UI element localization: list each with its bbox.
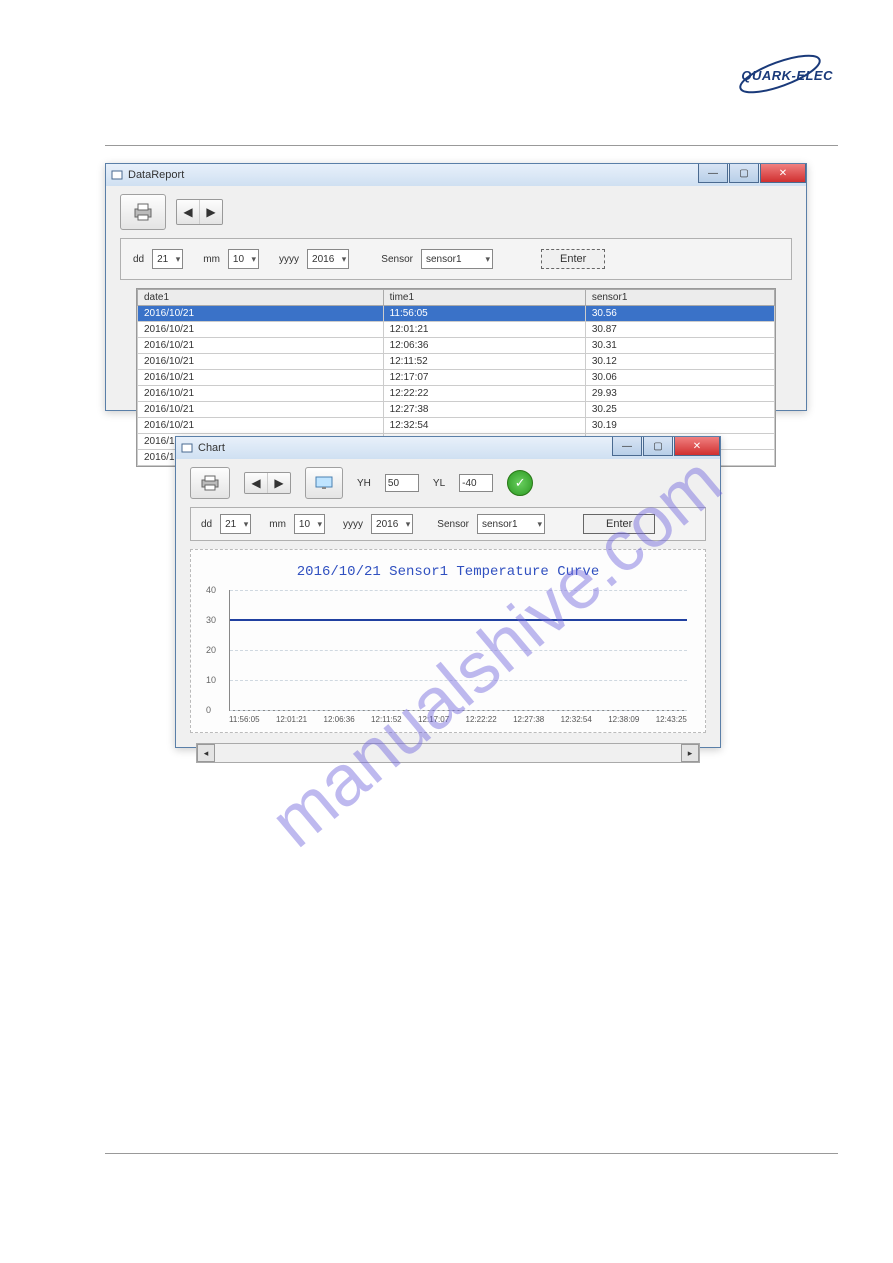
y-tick-label: 10 bbox=[206, 675, 216, 685]
x-tick-label: 12:32:54 bbox=[561, 715, 592, 724]
minimize-button[interactable]: — bbox=[698, 164, 728, 183]
enter-button[interactable]: Enter bbox=[541, 249, 605, 269]
dd-label: dd bbox=[201, 519, 212, 530]
mm-select[interactable]: 10 bbox=[294, 514, 325, 534]
x-tick-label: 12:01:21 bbox=[276, 715, 307, 724]
sensor-select[interactable]: sensor1 bbox=[477, 514, 545, 534]
column-header[interactable]: date1 bbox=[138, 290, 384, 306]
sensor-label: Sensor bbox=[437, 519, 469, 530]
next-button[interactable]: ▶ bbox=[268, 473, 290, 493]
mm-label: mm bbox=[203, 254, 220, 265]
next-button[interactable]: ▶ bbox=[200, 200, 222, 224]
check-icon: ✓ bbox=[515, 475, 526, 491]
yyyy-select[interactable]: 2016 bbox=[371, 514, 413, 534]
footer-rule bbox=[105, 1153, 838, 1154]
dd-select[interactable]: 21 bbox=[220, 514, 251, 534]
close-button[interactable]: ✕ bbox=[760, 164, 806, 183]
table-row[interactable]: 2016/10/2112:06:3630.31 bbox=[138, 338, 775, 354]
x-tick-label: 12:17:07 bbox=[418, 715, 449, 724]
y-tick-label: 30 bbox=[206, 615, 216, 625]
minimize-button[interactable]: — bbox=[612, 437, 642, 456]
x-tick-label: 12:11:52 bbox=[371, 715, 402, 724]
x-tick-label: 12:38:09 bbox=[608, 715, 639, 724]
column-header[interactable]: sensor1 bbox=[585, 290, 774, 306]
horizontal-scrollbar[interactable]: ◂ ▸ bbox=[196, 743, 700, 763]
app-icon bbox=[180, 441, 194, 455]
yyyy-select[interactable]: 2016 bbox=[307, 249, 349, 269]
table-row[interactable]: 2016/10/2112:01:2130.87 bbox=[138, 322, 775, 338]
header-rule bbox=[105, 145, 838, 146]
sensor-select[interactable]: sensor1 bbox=[421, 249, 493, 269]
window-title: DataReport bbox=[128, 169, 184, 181]
filter-bar: dd 21 mm 10 yyyy 2016 Sensor sensor1 Ent… bbox=[190, 507, 706, 541]
monitor-icon bbox=[314, 475, 334, 491]
brand-logo: QUARK-ELEC bbox=[741, 68, 833, 83]
chart-area: 2016/10/21 Sensor1 Temperature Curve 010… bbox=[190, 549, 706, 733]
mm-label: mm bbox=[269, 519, 286, 530]
y-tick-label: 20 bbox=[206, 645, 216, 655]
dd-select[interactable]: 21 bbox=[152, 249, 183, 269]
yh-label: YH bbox=[357, 478, 371, 489]
x-tick-label: 12:06:36 bbox=[324, 715, 355, 724]
app-icon bbox=[110, 168, 124, 182]
titlebar[interactable]: DataReport — ▢ ✕ bbox=[106, 164, 806, 186]
x-tick-label: 12:22:22 bbox=[466, 715, 497, 724]
yl-label: YL bbox=[433, 478, 445, 489]
x-tick-label: 11:56:05 bbox=[229, 715, 260, 724]
table-row[interactable]: 2016/10/2111:56:0530.56 bbox=[138, 306, 775, 322]
enter-button[interactable]: Enter bbox=[583, 514, 655, 534]
column-header[interactable]: time1 bbox=[383, 290, 585, 306]
table-row[interactable]: 2016/10/2112:27:3830.25 bbox=[138, 402, 775, 418]
filter-bar: dd 21 mm 10 yyyy 2016 Sensor sensor1 Ent… bbox=[120, 238, 792, 280]
titlebar[interactable]: Chart — ▢ ✕ bbox=[176, 437, 720, 459]
display-button[interactable] bbox=[305, 467, 343, 499]
table-row[interactable]: 2016/10/2112:22:2229.93 bbox=[138, 386, 775, 402]
close-button[interactable]: ✕ bbox=[674, 437, 720, 456]
dd-label: dd bbox=[133, 254, 144, 265]
chart-x-labels: 11:56:05 12:01:21 12:06:36 12:11:52 12:17:07… bbox=[229, 711, 687, 724]
datareport-window: DataReport — ▢ ✕ ◀ ▶ dd 21 mm 10 yyyy 20… bbox=[105, 163, 807, 411]
x-tick-label: 12:27:38 bbox=[513, 715, 544, 724]
prev-button[interactable]: ◀ bbox=[177, 200, 200, 224]
chart-window: Chart — ▢ ✕ ◀ ▶ YH 50 YL -40 ✓ bbox=[175, 436, 721, 748]
y-tick-label: 0 bbox=[206, 705, 211, 715]
sensor-label: Sensor bbox=[381, 254, 413, 265]
apply-button[interactable]: ✓ bbox=[507, 470, 533, 496]
yh-input[interactable]: 50 bbox=[385, 474, 419, 492]
scroll-left-button[interactable]: ◂ bbox=[197, 744, 215, 762]
x-tick-label: 12:43:25 bbox=[656, 715, 687, 724]
yyyy-label: yyyy bbox=[343, 519, 363, 530]
table-row[interactable]: 2016/10/2112:17:0730.06 bbox=[138, 370, 775, 386]
series-line bbox=[230, 619, 687, 621]
yyyy-label: yyyy bbox=[279, 254, 299, 265]
y-tick-label: 40 bbox=[206, 585, 216, 595]
mm-select[interactable]: 10 bbox=[228, 249, 259, 269]
maximize-button[interactable]: ▢ bbox=[729, 164, 759, 183]
chart-plot: 010203040 bbox=[229, 590, 687, 711]
print-button[interactable] bbox=[120, 194, 166, 230]
maximize-button[interactable]: ▢ bbox=[643, 437, 673, 456]
yl-input[interactable]: -40 bbox=[459, 474, 493, 492]
print-button[interactable] bbox=[190, 467, 230, 499]
window-title: Chart bbox=[198, 442, 225, 454]
chart-title: 2016/10/21 Sensor1 Temperature Curve bbox=[199, 558, 697, 590]
scroll-right-button[interactable]: ▸ bbox=[681, 744, 699, 762]
prev-button[interactable]: ◀ bbox=[245, 473, 268, 493]
printer-icon bbox=[200, 474, 220, 492]
printer-icon bbox=[132, 202, 154, 222]
table-row[interactable]: 2016/10/2112:11:5230.12 bbox=[138, 354, 775, 370]
table-row[interactable]: 2016/10/2112:32:5430.19 bbox=[138, 418, 775, 434]
scroll-track[interactable] bbox=[215, 745, 681, 761]
